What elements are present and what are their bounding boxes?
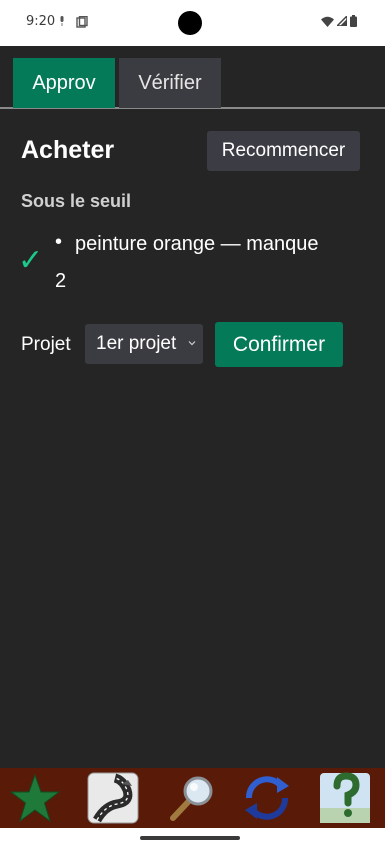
page-title: Acheter [21, 136, 115, 164]
section-title: Sous le seuil [21, 191, 132, 211]
sync-icon[interactable] [240, 771, 294, 825]
project-label: Projet [21, 334, 71, 355]
tab-verifier[interactable]: Vérifier [119, 58, 221, 108]
wifi-icon [321, 16, 334, 27]
status-time: 9:20 [26, 14, 56, 29]
confirm-button[interactable]: Confirmer [215, 322, 343, 367]
road-map-icon[interactable] [86, 771, 140, 825]
list-bullet: • [55, 231, 63, 253]
status-right [321, 15, 357, 27]
mic-icon [60, 16, 64, 26]
tab-approv[interactable]: Approv [13, 58, 115, 108]
list-item-quantity: 2 [55, 270, 67, 292]
battery-icon [350, 15, 357, 27]
tab-strip: Approv Vérifier [0, 46, 385, 109]
camera-cutout [178, 11, 202, 35]
list-item-text: peinture orange — manque [75, 233, 319, 255]
magnifier-icon[interactable] [164, 771, 218, 825]
status-bar: 9:20 [0, 0, 385, 46]
signal-icon [337, 16, 347, 26]
bottom-toolbar [0, 768, 385, 828]
navigation-bar [0, 828, 385, 847]
project-select-value: 1er projet [96, 333, 177, 354]
help-tree-icon[interactable] [318, 771, 372, 825]
chevron-down-icon [188, 341, 196, 346]
clipboard-icon [76, 16, 88, 28]
check-icon[interactable]: ✓ [18, 243, 43, 278]
project-select[interactable]: 1er projet [85, 324, 203, 364]
star-icon[interactable] [8, 771, 62, 825]
home-indicator[interactable] [140, 836, 240, 840]
restart-button[interactable]: Recommencer [207, 131, 360, 171]
